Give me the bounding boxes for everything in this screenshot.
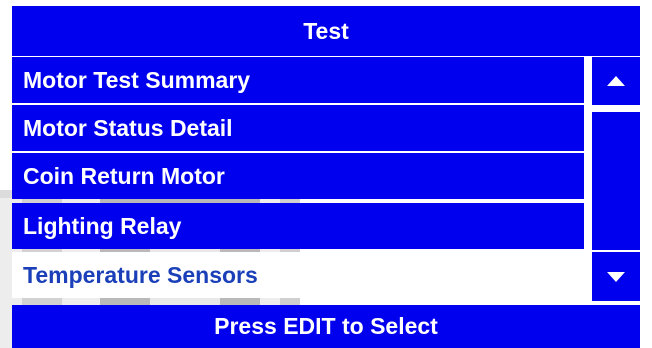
menu-item-label: Lighting Relay xyxy=(23,212,182,239)
menu-item-label: Motor Test Summary xyxy=(23,66,251,93)
footer-hint: Press EDIT to Select xyxy=(12,305,640,348)
scroll-down-button[interactable] xyxy=(592,252,640,301)
menu-item-lighting-relay[interactable]: Lighting Relay xyxy=(12,203,584,249)
triangle-down-icon xyxy=(607,271,625,282)
menu-item-temperature-sensors[interactable]: Temperature Sensors xyxy=(12,252,584,298)
triangle-up-icon xyxy=(607,76,625,86)
menu-item-motor-test-summary[interactable]: Motor Test Summary xyxy=(12,57,584,103)
scroll-up-button[interactable] xyxy=(592,57,640,105)
menu-item-label: Motor Status Detail xyxy=(23,114,233,141)
page-title: Test xyxy=(12,6,640,56)
scrollbar-track[interactable] xyxy=(592,112,640,250)
menu-item-label: Coin Return Motor xyxy=(23,162,225,189)
menu-item-coin-return-motor[interactable]: Coin Return Motor xyxy=(12,153,584,199)
menu-item-motor-status-detail[interactable]: Motor Status Detail xyxy=(12,105,584,151)
menu-item-label: Temperature Sensors xyxy=(23,261,258,288)
